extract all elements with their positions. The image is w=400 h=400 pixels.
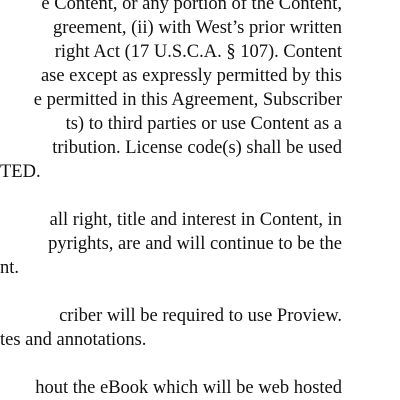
text-line: tes and annotations.: [0, 330, 147, 350]
text-line: tribution. License code(s) shall be used: [52, 138, 342, 158]
document-page: e Content, or any portion of the Content…: [0, 0, 400, 400]
text-line: all right, title and interest in Content…: [49, 210, 342, 230]
text-line: right Act (17 U.S.C.A. § 107). Content: [54, 42, 342, 62]
text-line: hout the eBook which will be web hosted: [35, 378, 342, 398]
text-line: e permitted in this Agreement, Subscribe…: [33, 90, 342, 110]
text-line: greement, (ii) with West’s prior written: [53, 18, 342, 38]
text-line: ts) to third parties or use Content as a: [65, 114, 342, 134]
text-line: TED.: [0, 162, 41, 182]
text-line: pyrights, are and will continue to be th…: [48, 234, 342, 254]
text-line: ase except as expressly permitted by thi…: [40, 66, 342, 86]
text-line: nt.: [0, 258, 20, 278]
text-line: criber will be required to use Proview.: [59, 306, 342, 326]
text-line: e Content, or any portion of the Content…: [41, 0, 342, 14]
